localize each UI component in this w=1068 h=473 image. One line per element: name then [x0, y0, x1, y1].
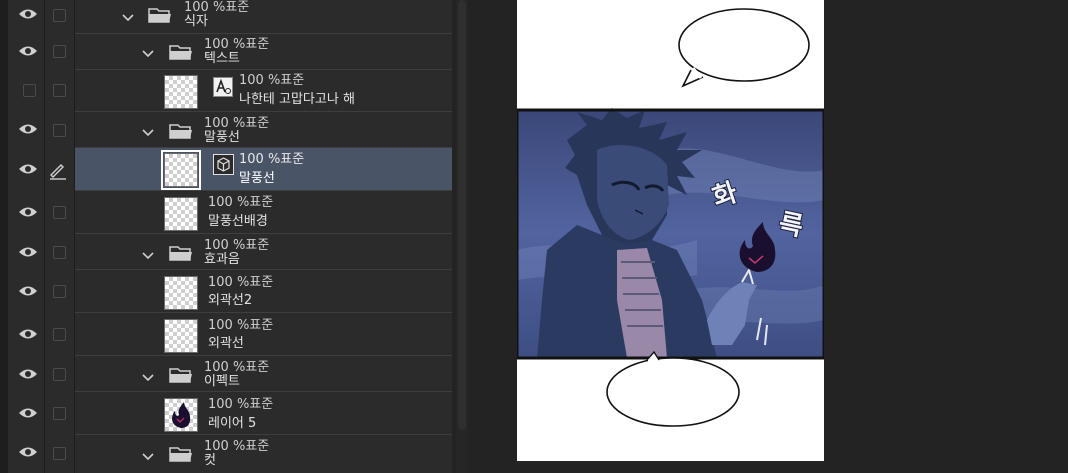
layer-thumbnail — [164, 197, 198, 231]
folder-icon — [148, 8, 171, 23]
folder-icon — [169, 447, 192, 462]
layer-name: 외곽선 — [208, 336, 244, 351]
layer-name: 외곽선2 — [208, 293, 253, 308]
chevron-down-icon[interactable] — [141, 373, 155, 383]
lock-checkbox[interactable] — [53, 206, 66, 219]
eye-icon[interactable] — [18, 245, 38, 259]
text-layer-icon — [213, 77, 233, 97]
layer-row-raster[interactable]: 100 %표준 레이어 5 — [0, 392, 452, 435]
comic-artwork: 화 륵 — [515, 8, 826, 427]
layer-name: 컷 — [204, 453, 216, 468]
lock-checkbox[interactable] — [53, 124, 66, 137]
vector-layer-icon — [213, 154, 234, 175]
layer-row-folder-효과음[interactable]: 100 %표준 효과음 — [0, 234, 452, 270]
layer-thumbnail — [164, 75, 198, 109]
visibility-checkbox-off[interactable] — [23, 84, 36, 97]
layer-blend-mode: 100 %표준 — [239, 73, 305, 88]
lock-checkbox[interactable] — [53, 407, 66, 420]
layer-name: 이펙트 — [204, 374, 240, 389]
eye-icon[interactable] — [18, 284, 38, 298]
chevron-down-icon[interactable] — [141, 49, 155, 59]
lock-checkbox[interactable] — [53, 447, 66, 460]
layer-name: 말풍선배경 — [208, 214, 268, 229]
flame-thumbnail-icon — [172, 402, 191, 428]
layer-blend-mode: 100 %표준 — [204, 116, 270, 131]
layer-blend-mode: 100 %표준 — [204, 238, 270, 253]
eye-icon[interactable] — [18, 367, 38, 381]
layer-name: 효과음 — [204, 252, 240, 267]
layer-name: 나한테 고맙다고나 해 — [239, 92, 355, 107]
folder-icon — [169, 124, 192, 139]
speech-balloon-bottom[interactable] — [606, 350, 740, 427]
layer-panel: 100 %표준 식자 100 %표준 텍스트 100 %표준 나한테 고맙다고나… — [0, 0, 452, 473]
eye-icon[interactable] — [18, 406, 38, 420]
layer-blend-mode: 100 %표준 — [204, 360, 270, 375]
layer-row-folder-말풍선[interactable]: 100 %표준 말풍선 — [0, 112, 452, 148]
layer-blend-mode: 100 %표준 — [208, 195, 274, 210]
eye-icon[interactable] — [18, 327, 38, 341]
layer-name: 말풍선 — [204, 130, 240, 145]
layer-blend-mode: 100 %표준 — [204, 439, 270, 454]
lock-checkbox[interactable] — [53, 45, 66, 58]
eye-icon[interactable] — [18, 205, 38, 219]
lock-checkbox[interactable] — [53, 368, 66, 381]
lock-checkbox[interactable] — [53, 246, 66, 259]
layer-thumbnail — [164, 276, 198, 310]
layer-row-raster[interactable]: 100 %표준 외곽선 — [0, 313, 452, 356]
layer-name: 레이어 5 — [208, 416, 257, 431]
layer-row-raster[interactable]: 100 %표준 말풍선배경 — [0, 191, 452, 234]
eye-icon[interactable] — [18, 44, 38, 58]
folder-icon — [169, 45, 192, 60]
layer-blend-mode: 100 %표준 — [208, 397, 274, 412]
chevron-down-icon[interactable] — [141, 128, 155, 138]
layer-thumbnail — [164, 319, 198, 353]
layer-row-balloon-selected[interactable]: 100 %표준 말풍선 — [0, 148, 452, 191]
folder-icon — [169, 246, 192, 261]
layer-blend-mode: 100 %표준 — [204, 37, 270, 52]
lock-checkbox[interactable] — [53, 285, 66, 298]
layer-row-raster[interactable]: 100 %표준 외곽선2 — [0, 270, 452, 313]
speech-balloon-top[interactable] — [678, 8, 810, 88]
layer-blend-mode: 100 %표준 — [239, 152, 305, 167]
layer-blend-mode: 100 %표준 — [208, 275, 274, 290]
eye-icon[interactable] — [18, 445, 38, 459]
layer-name: 텍스트 — [204, 51, 240, 66]
chevron-down-icon[interactable] — [141, 452, 155, 462]
layer-name: 말풍선 — [239, 171, 275, 186]
layer-blend-mode: 100 %표준 — [208, 318, 274, 333]
lock-checkbox[interactable] — [53, 9, 66, 22]
lock-checkbox[interactable] — [53, 328, 66, 341]
layer-thumbnail — [164, 398, 198, 432]
eye-icon[interactable] — [18, 122, 38, 136]
layer-name: 식자 — [184, 14, 208, 29]
chevron-down-icon[interactable] — [121, 13, 135, 23]
layer-thumbnail — [161, 150, 201, 190]
layer-row-folder-이펙트[interactable]: 100 %표준 이펙트 — [0, 356, 452, 392]
eye-icon[interactable] — [18, 7, 38, 21]
layer-row-folder-컷[interactable]: 100 %표준 컷 — [0, 435, 452, 473]
comic-panel[interactable]: 화 륵 — [515, 108, 826, 360]
layer-row-folder-식자[interactable]: 100 %표준 식자 — [0, 0, 452, 34]
layer-blend-mode: 100 %표준 — [184, 0, 250, 15]
eye-icon[interactable] — [18, 162, 38, 176]
chevron-down-icon[interactable] — [141, 251, 155, 261]
pencil-icon[interactable] — [48, 160, 68, 180]
comic-page-canvas[interactable]: 화 륵 — [515, 0, 826, 461]
folder-icon — [169, 368, 192, 383]
layer-row-text[interactable]: 100 %표준 나한테 고맙다고나 해 — [0, 70, 452, 112]
lock-checkbox[interactable] — [53, 84, 66, 97]
scrollbar-thumb[interactable] — [458, 0, 466, 430]
layer-row-folder-텍스트[interactable]: 100 %표준 텍스트 — [0, 34, 452, 70]
